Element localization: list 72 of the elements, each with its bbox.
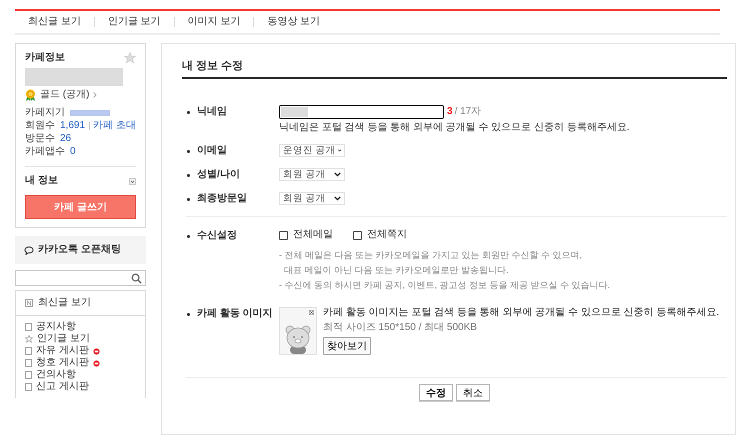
menu-item[interactable]: 인기글 보기 (37, 333, 90, 345)
field-label: 이메일 (197, 145, 227, 157)
menu-item[interactable]: 건의사항 (36, 369, 76, 381)
nav-tab[interactable]: 인기글 보기 (94, 17, 174, 27)
page-title: 내 정보 수정 (182, 54, 727, 79)
checkbox-label: 전체쪽지 (367, 229, 407, 241)
stat-value: 0 (70, 146, 76, 158)
new-badge-icon (92, 348, 100, 354)
notice-text: - 전체 메일은 다음 또는 카카오메일을 가지고 있는 회원만 수신할 수 있으며, (279, 249, 584, 261)
chevron-right-icon (93, 92, 98, 98)
bullet-icon (187, 234, 190, 238)
invite-link[interactable]: 카페 초대 (93, 120, 136, 132)
bullet-icon (187, 150, 190, 152)
visibility-dropdown[interactable]: 회원 공개 (279, 192, 345, 205)
search-icon[interactable] (131, 272, 142, 284)
stat-label: 카페앱수 (25, 146, 65, 158)
notice-text: - 수신에 동의 하시면 카페 공지, 이벤트, 광고성 정보 등을 제공 받으실 수 있습니다. (279, 279, 612, 291)
nickname-input[interactable] (279, 105, 444, 119)
star-icon (25, 335, 33, 343)
chevron-down-icon (334, 196, 341, 201)
stat-value: 26 (60, 133, 72, 145)
bullet-icon (187, 198, 190, 200)
stat-value: 1,691 (60, 120, 86, 132)
browse-button[interactable]: 찾아보기 (323, 337, 371, 355)
open-chat-link[interactable]: 카카오톡 오픈채팅 (15, 236, 146, 264)
nav-tab[interactable]: 최신글 보기 (15, 17, 94, 27)
star-icon[interactable] (124, 52, 136, 64)
char-count: 3 (447, 106, 453, 118)
stat-label: 카페지기 (25, 107, 65, 119)
field-label: 닉네임 (197, 106, 227, 118)
new-post-icon (25, 299, 33, 307)
nickname-hint: 닉네임은 포털 검색 등을 통해 외부에 공개될 수 있으므로 신중히 등록해주세요. (279, 122, 631, 134)
new-badge-icon (92, 360, 100, 366)
notice-text: 대표 메일이 아닌 다음 또는 카카오메일로만 발송됩니다. (283, 264, 510, 276)
medal-icon (25, 89, 36, 101)
form-button[interactable]: 수정 (419, 384, 453, 401)
field-label: 수신설정 (197, 230, 237, 242)
search-field[interactable] (15, 270, 146, 286)
menu-item[interactable]: 청호 게시판 (36, 357, 89, 369)
checkbox[interactable] (353, 230, 362, 240)
visibility-dropdown[interactable]: 운영진 공개 (279, 144, 345, 157)
bullet-icon (187, 312, 190, 316)
field-label: 최종방문일 (197, 193, 247, 205)
char-limit: / 17자 (454, 106, 482, 118)
form-button[interactable]: 취소 (456, 384, 490, 401)
stat-label: 회원수 (25, 120, 55, 132)
menu-item[interactable]: 신고 게시판 (36, 381, 89, 393)
checkbox-label: 전체메일 (293, 229, 333, 241)
expand-icon[interactable] (129, 178, 136, 184)
image-notice: 카페 활동 이미지는 포털 검색 등을 통해 외부에 공개될 수 있으므로 신중히 등록해주세요. (323, 307, 720, 319)
checkbox[interactable] (279, 230, 288, 240)
nav-tab[interactable]: 이미지 보기 (174, 17, 254, 27)
section-title: 내 정보 (25, 175, 59, 187)
stat-label: 방문수 (25, 133, 55, 145)
board-icon (25, 323, 32, 331)
panel-title: 카페정보 (25, 52, 66, 64)
field-label: 성별/나이 (197, 169, 240, 181)
bullet-icon (187, 110, 190, 114)
chevron-down-icon (334, 172, 341, 177)
menu-item[interactable]: 최신글 보기 (38, 297, 91, 309)
bullet-icon (187, 174, 190, 176)
chat-bubble-icon (24, 246, 34, 254)
close-icon[interactable] (309, 310, 314, 315)
nav-tab[interactable]: 동영상 보기 (253, 17, 334, 27)
visibility-dropdown[interactable]: 회원 공개 (279, 168, 345, 181)
nickname-redacted (281, 107, 308, 117)
manager-name-redacted (70, 110, 110, 116)
size-info: 최적 사이즈 150*150 / 최대 500KB (323, 322, 477, 334)
field-label: 카페 활동 이미지 (197, 308, 273, 320)
menu-item[interactable]: 공지사항 (36, 321, 76, 333)
menu-item[interactable]: 자유 게시판 (36, 345, 89, 357)
grade-label[interactable]: 골드 (공개) (40, 89, 90, 101)
